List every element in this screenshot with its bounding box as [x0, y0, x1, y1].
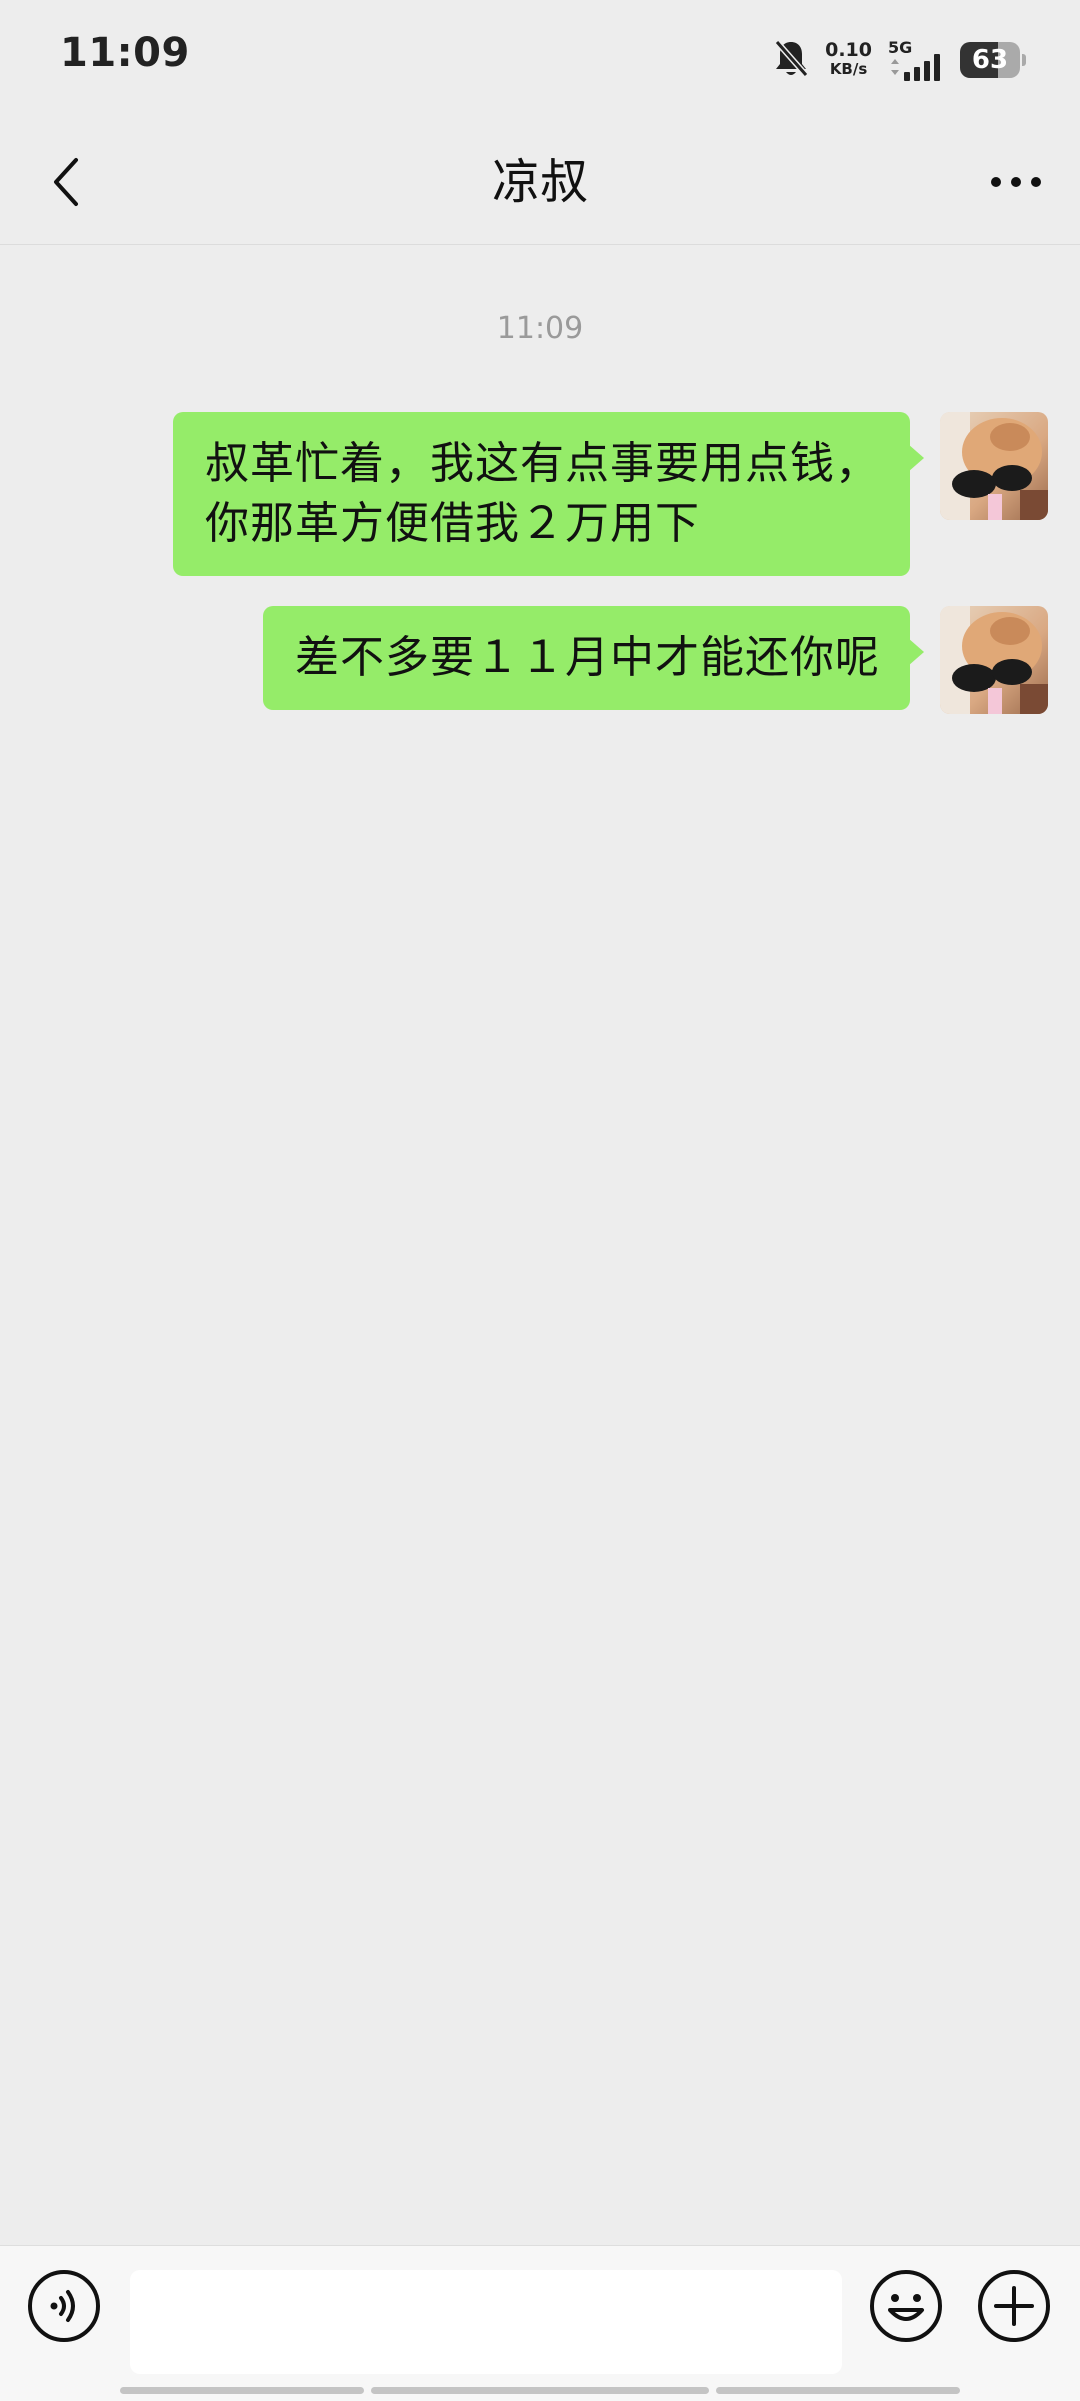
message-text-line: 你那革方便借我２万用下 [205, 498, 700, 549]
cellular-signal: 5G [888, 38, 944, 82]
signal-icon [891, 54, 940, 81]
message-list[interactable]: 11:09 叔革忙着，我这有点事要用点钱， 你那革方便借我２万用下 差不多要１１… [0, 245, 1080, 2244]
message-bubble[interactable]: 叔革忙着，我这有点事要用点钱， 你那革方便借我２万用下 [173, 412, 924, 576]
network-speed-value: 0.10 [825, 39, 872, 61]
message-text-input[interactable] [130, 2270, 842, 2374]
message-input-bar [0, 2245, 1080, 2401]
voice-input-button[interactable] [26, 2268, 102, 2344]
avatar-cat-sunglasses-icon [940, 606, 1048, 714]
message-text-line: 差不多要１１月中才能还你呢 [295, 632, 880, 683]
contact-name-title: 凉叔 [491, 154, 588, 210]
more-dots-icon [991, 177, 1041, 187]
more-functions-button[interactable] [976, 2268, 1052, 2344]
network-speed-unit: KB/s [829, 60, 868, 78]
gesture-bar-segment [716, 2387, 960, 2394]
message-timestamp: 11:09 [496, 311, 584, 346]
message-bubble[interactable]: 差不多要１１月中才能还你呢 [263, 606, 924, 710]
status-bar: 11:09 0.10 KB/s 5G 63 [0, 0, 1080, 120]
gesture-navigation-bar [0, 2387, 1080, 2395]
bell-muted-icon [773, 38, 809, 82]
battery-level: 63 [971, 45, 1009, 75]
avatar-cat-sunglasses-icon [940, 412, 1048, 520]
status-indicators: 0.10 KB/s 5G 63 [773, 38, 1026, 82]
voice-icon [28, 2270, 100, 2342]
more-options-button[interactable] [976, 150, 1056, 214]
status-time: 11:09 [60, 30, 190, 76]
battery-icon: 63 [960, 42, 1026, 78]
gesture-bar-segment [371, 2387, 709, 2394]
avatar[interactable] [940, 606, 1048, 714]
message-row: 叔革忙着，我这有点事要用点钱， 你那革方便借我２万用下 [173, 412, 1048, 576]
emoji-icon [870, 2270, 942, 2342]
plus-icon [978, 2270, 1050, 2342]
chat-header: 凉叔 [0, 120, 1080, 245]
message-row: 差不多要１１月中才能还你呢 [263, 606, 1048, 714]
message-text-line: 叔革忙着，我这有点事要用点钱， [205, 438, 880, 489]
emoji-button[interactable] [868, 2268, 944, 2344]
avatar[interactable] [940, 412, 1048, 520]
gesture-bar-segment [120, 2387, 364, 2394]
network-speed: 0.10 KB/s [825, 41, 872, 79]
